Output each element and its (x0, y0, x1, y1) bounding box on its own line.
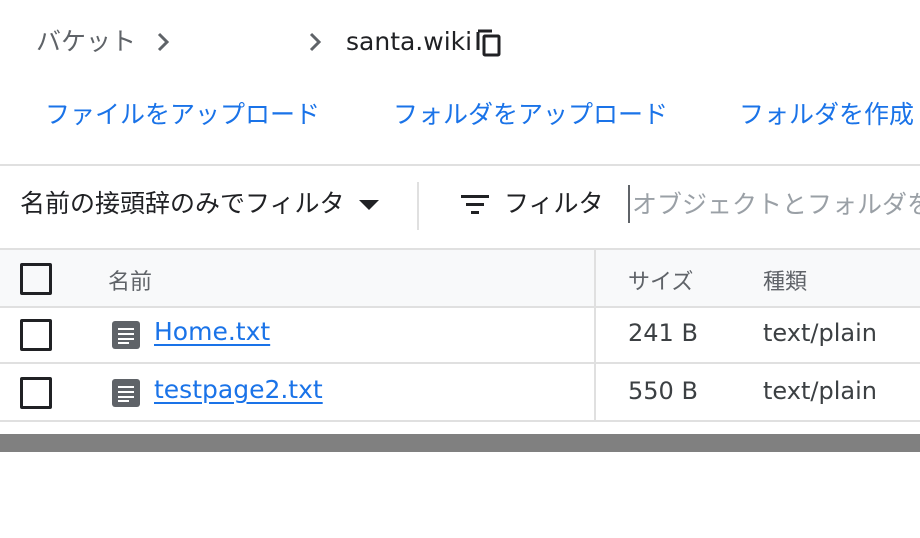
column-header-name[interactable]: 名前 (108, 264, 152, 296)
file-size: 550 B (628, 377, 698, 405)
chevron-right-icon (309, 32, 322, 52)
filter-input[interactable] (628, 185, 920, 223)
file-size: 241 B (628, 319, 698, 347)
create-folder-button[interactable]: フォルダを作成 (739, 96, 914, 134)
copy-icon[interactable] (476, 28, 502, 58)
table-row: Home.txt 241 B text/plain (0, 306, 920, 364)
file-icon (112, 379, 140, 407)
file-icon (112, 321, 140, 349)
dropdown-arrow-icon (358, 200, 379, 210)
column-divider (594, 306, 596, 362)
upload-files-button[interactable]: ファイルをアップロード (45, 96, 320, 134)
filter-icon[interactable] (460, 194, 490, 216)
breadcrumb-current: santa.wiki (346, 27, 473, 56)
file-type: text/plain (763, 377, 877, 405)
chevron-right-icon (157, 32, 170, 52)
upload-folder-button[interactable]: フォルダをアップロード (393, 96, 668, 134)
divider (417, 182, 419, 230)
file-type: text/plain (763, 319, 877, 347)
prefix-filter-label: 名前の接頭辞のみでフィルタ (20, 189, 345, 218)
select-all-checkbox[interactable] (20, 263, 52, 295)
row-checkbox[interactable] (20, 377, 52, 409)
horizontal-scrollbar[interactable] (0, 434, 920, 452)
table-row: testpage2.txt 550 B text/plain (0, 364, 920, 422)
filter-bar: 名前の接頭辞のみでフィルタ フィルタ (0, 166, 920, 246)
prefix-filter-dropdown[interactable]: 名前の接頭辞のみでフィルタ (20, 185, 379, 223)
file-name-link[interactable]: Home.txt (154, 317, 270, 346)
breadcrumb: バケット santa.wiki (36, 22, 916, 62)
row-checkbox[interactable] (20, 319, 52, 351)
column-header-type[interactable]: 種類 (763, 264, 807, 296)
column-header-size[interactable]: サイズ (628, 264, 693, 296)
column-divider (594, 364, 596, 420)
file-name-link[interactable]: testpage2.txt (154, 375, 323, 404)
column-divider (594, 250, 596, 306)
breadcrumb-bucket-link[interactable]: バケット (36, 22, 136, 62)
action-bar: ファイルをアップロード フォルダをアップロード フォルダを作成 (45, 96, 920, 136)
table-header: 名前 サイズ 種類 (0, 248, 920, 308)
filter-label: フィルタ (504, 189, 604, 218)
